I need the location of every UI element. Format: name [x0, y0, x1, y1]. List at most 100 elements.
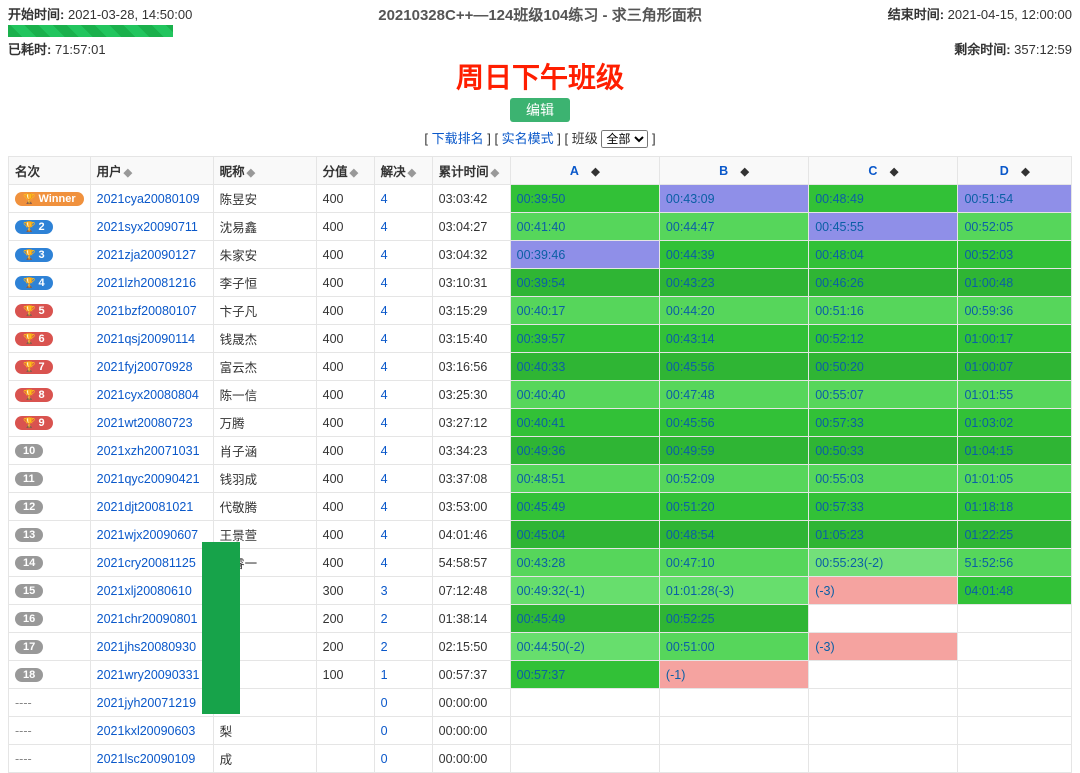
- solved-link[interactable]: 4: [381, 248, 388, 262]
- problem-cell[interactable]: 00:45:56: [659, 409, 808, 437]
- solved-link[interactable]: 4: [381, 304, 388, 318]
- problem-cell[interactable]: 00:51:54: [958, 185, 1072, 213]
- problem-cell[interactable]: [809, 745, 958, 773]
- problem-cell[interactable]: 00:40:17: [510, 297, 659, 325]
- problem-cell[interactable]: [659, 745, 808, 773]
- problem-cell[interactable]: [958, 661, 1072, 689]
- user-link[interactable]: 2021djt20081021: [97, 500, 194, 514]
- problem-cell[interactable]: 00:50:33: [809, 437, 958, 465]
- problem-cell[interactable]: 01:01:05: [958, 465, 1072, 493]
- solved-link[interactable]: 0: [381, 724, 388, 738]
- problem-cell[interactable]: 00:52:09: [659, 465, 808, 493]
- problem-cell[interactable]: (-1): [659, 661, 808, 689]
- user-link[interactable]: 2021fyj20070928: [97, 360, 193, 374]
- col-problem-c[interactable]: C ◆: [809, 157, 958, 185]
- problem-cell[interactable]: [958, 717, 1072, 745]
- problem-cell[interactable]: 00:57:33: [809, 493, 958, 521]
- solved-link[interactable]: 4: [381, 444, 388, 458]
- user-link[interactable]: 2021zja20090127: [97, 248, 196, 262]
- problem-cell[interactable]: [958, 745, 1072, 773]
- problem-cell[interactable]: (-3): [809, 633, 958, 661]
- problem-cell[interactable]: 01:01:55: [958, 381, 1072, 409]
- col-problem-a[interactable]: A ◆: [510, 157, 659, 185]
- solved-link[interactable]: 0: [381, 696, 388, 710]
- problem-cell[interactable]: 51:52:56: [958, 549, 1072, 577]
- problem-cell[interactable]: [510, 745, 659, 773]
- problem-cell[interactable]: 00:51:00: [659, 633, 808, 661]
- user-link[interactable]: 2021jyh20071219: [97, 696, 196, 710]
- problem-cell[interactable]: 00:40:33: [510, 353, 659, 381]
- problem-cell[interactable]: 00:50:20: [809, 353, 958, 381]
- problem-cell[interactable]: 00:44:50(-2): [510, 633, 659, 661]
- problem-cell[interactable]: 00:40:40: [510, 381, 659, 409]
- problem-cell[interactable]: (-3): [809, 577, 958, 605]
- problem-cell[interactable]: 00:45:56: [659, 353, 808, 381]
- col-user[interactable]: 用户◆: [90, 157, 213, 185]
- problem-cell[interactable]: 00:52:05: [958, 213, 1072, 241]
- class-select[interactable]: 全部: [601, 130, 648, 148]
- problem-cell[interactable]: 01:04:15: [958, 437, 1072, 465]
- solved-link[interactable]: 2: [381, 640, 388, 654]
- solved-link[interactable]: 4: [381, 528, 388, 542]
- problem-cell[interactable]: 04:01:48: [958, 577, 1072, 605]
- solved-link[interactable]: 4: [381, 276, 388, 290]
- col-nick[interactable]: 昵称◆: [213, 157, 316, 185]
- problem-cell[interactable]: 01:01:28(-3): [659, 577, 808, 605]
- problem-cell[interactable]: 00:55:03: [809, 465, 958, 493]
- col-problem-d[interactable]: D ◆: [958, 157, 1072, 185]
- problem-cell[interactable]: 00:47:10: [659, 549, 808, 577]
- problem-cell[interactable]: 00:45:04: [510, 521, 659, 549]
- problem-cell[interactable]: [510, 717, 659, 745]
- problem-cell[interactable]: [958, 689, 1072, 717]
- problem-cell[interactable]: [659, 689, 808, 717]
- problem-cell[interactable]: 00:39:54: [510, 269, 659, 297]
- edit-button[interactable]: 编辑: [510, 98, 570, 122]
- problem-cell[interactable]: [958, 633, 1072, 661]
- solved-link[interactable]: 4: [381, 360, 388, 374]
- problem-cell[interactable]: [809, 689, 958, 717]
- solved-link[interactable]: 4: [381, 192, 388, 206]
- solved-link[interactable]: 4: [381, 388, 388, 402]
- problem-cell[interactable]: 00:40:41: [510, 409, 659, 437]
- download-rank-link[interactable]: 下载排名: [432, 131, 484, 146]
- problem-cell[interactable]: 01:03:02: [958, 409, 1072, 437]
- user-link[interactable]: 2021jhs20080930: [97, 640, 196, 654]
- problem-cell[interactable]: 01:00:48: [958, 269, 1072, 297]
- problem-cell[interactable]: 00:51:16: [809, 297, 958, 325]
- problem-cell[interactable]: 00:48:54: [659, 521, 808, 549]
- user-link[interactable]: 2021cry20081125: [97, 556, 196, 570]
- problem-cell[interactable]: 00:39:50: [510, 185, 659, 213]
- solved-link[interactable]: 4: [381, 220, 388, 234]
- problem-cell[interactable]: 00:49:59: [659, 437, 808, 465]
- problem-cell[interactable]: 00:47:48: [659, 381, 808, 409]
- problem-cell[interactable]: 00:43:28: [510, 549, 659, 577]
- problem-cell[interactable]: 00:48:51: [510, 465, 659, 493]
- user-link[interactable]: 2021lzh20081216: [97, 276, 196, 290]
- problem-cell[interactable]: 00:44:47: [659, 213, 808, 241]
- problem-cell[interactable]: 00:43:23: [659, 269, 808, 297]
- problem-cell[interactable]: 00:52:12: [809, 325, 958, 353]
- problem-cell[interactable]: 00:49:36: [510, 437, 659, 465]
- user-link[interactable]: 2021bzf20080107: [97, 304, 197, 318]
- problem-cell[interactable]: 00:52:25: [659, 605, 808, 633]
- user-link[interactable]: 2021cyx20080804: [97, 388, 199, 402]
- problem-cell[interactable]: 00:43:09: [659, 185, 808, 213]
- problem-cell[interactable]: 00:57:37: [510, 661, 659, 689]
- problem-cell[interactable]: 00:55:07: [809, 381, 958, 409]
- user-link[interactable]: 2021lsc20090109: [97, 752, 196, 766]
- user-link[interactable]: 2021kxl20090603: [97, 724, 196, 738]
- solved-link[interactable]: 3: [381, 584, 388, 598]
- problem-cell[interactable]: 00:52:03: [958, 241, 1072, 269]
- problem-cell[interactable]: 00:55:23(-2): [809, 549, 958, 577]
- col-problem-b[interactable]: B ◆: [659, 157, 808, 185]
- problem-cell[interactable]: 00:49:32(-1): [510, 577, 659, 605]
- solved-link[interactable]: 2: [381, 612, 388, 626]
- solved-link[interactable]: 4: [381, 500, 388, 514]
- user-link[interactable]: 2021cya20080109: [97, 192, 200, 206]
- solved-link[interactable]: 1: [381, 668, 388, 682]
- col-score[interactable]: 分值◆: [316, 157, 374, 185]
- problem-cell[interactable]: [510, 689, 659, 717]
- problem-cell[interactable]: 00:39:57: [510, 325, 659, 353]
- problem-cell[interactable]: 00:39:46: [510, 241, 659, 269]
- problem-cell[interactable]: 00:51:20: [659, 493, 808, 521]
